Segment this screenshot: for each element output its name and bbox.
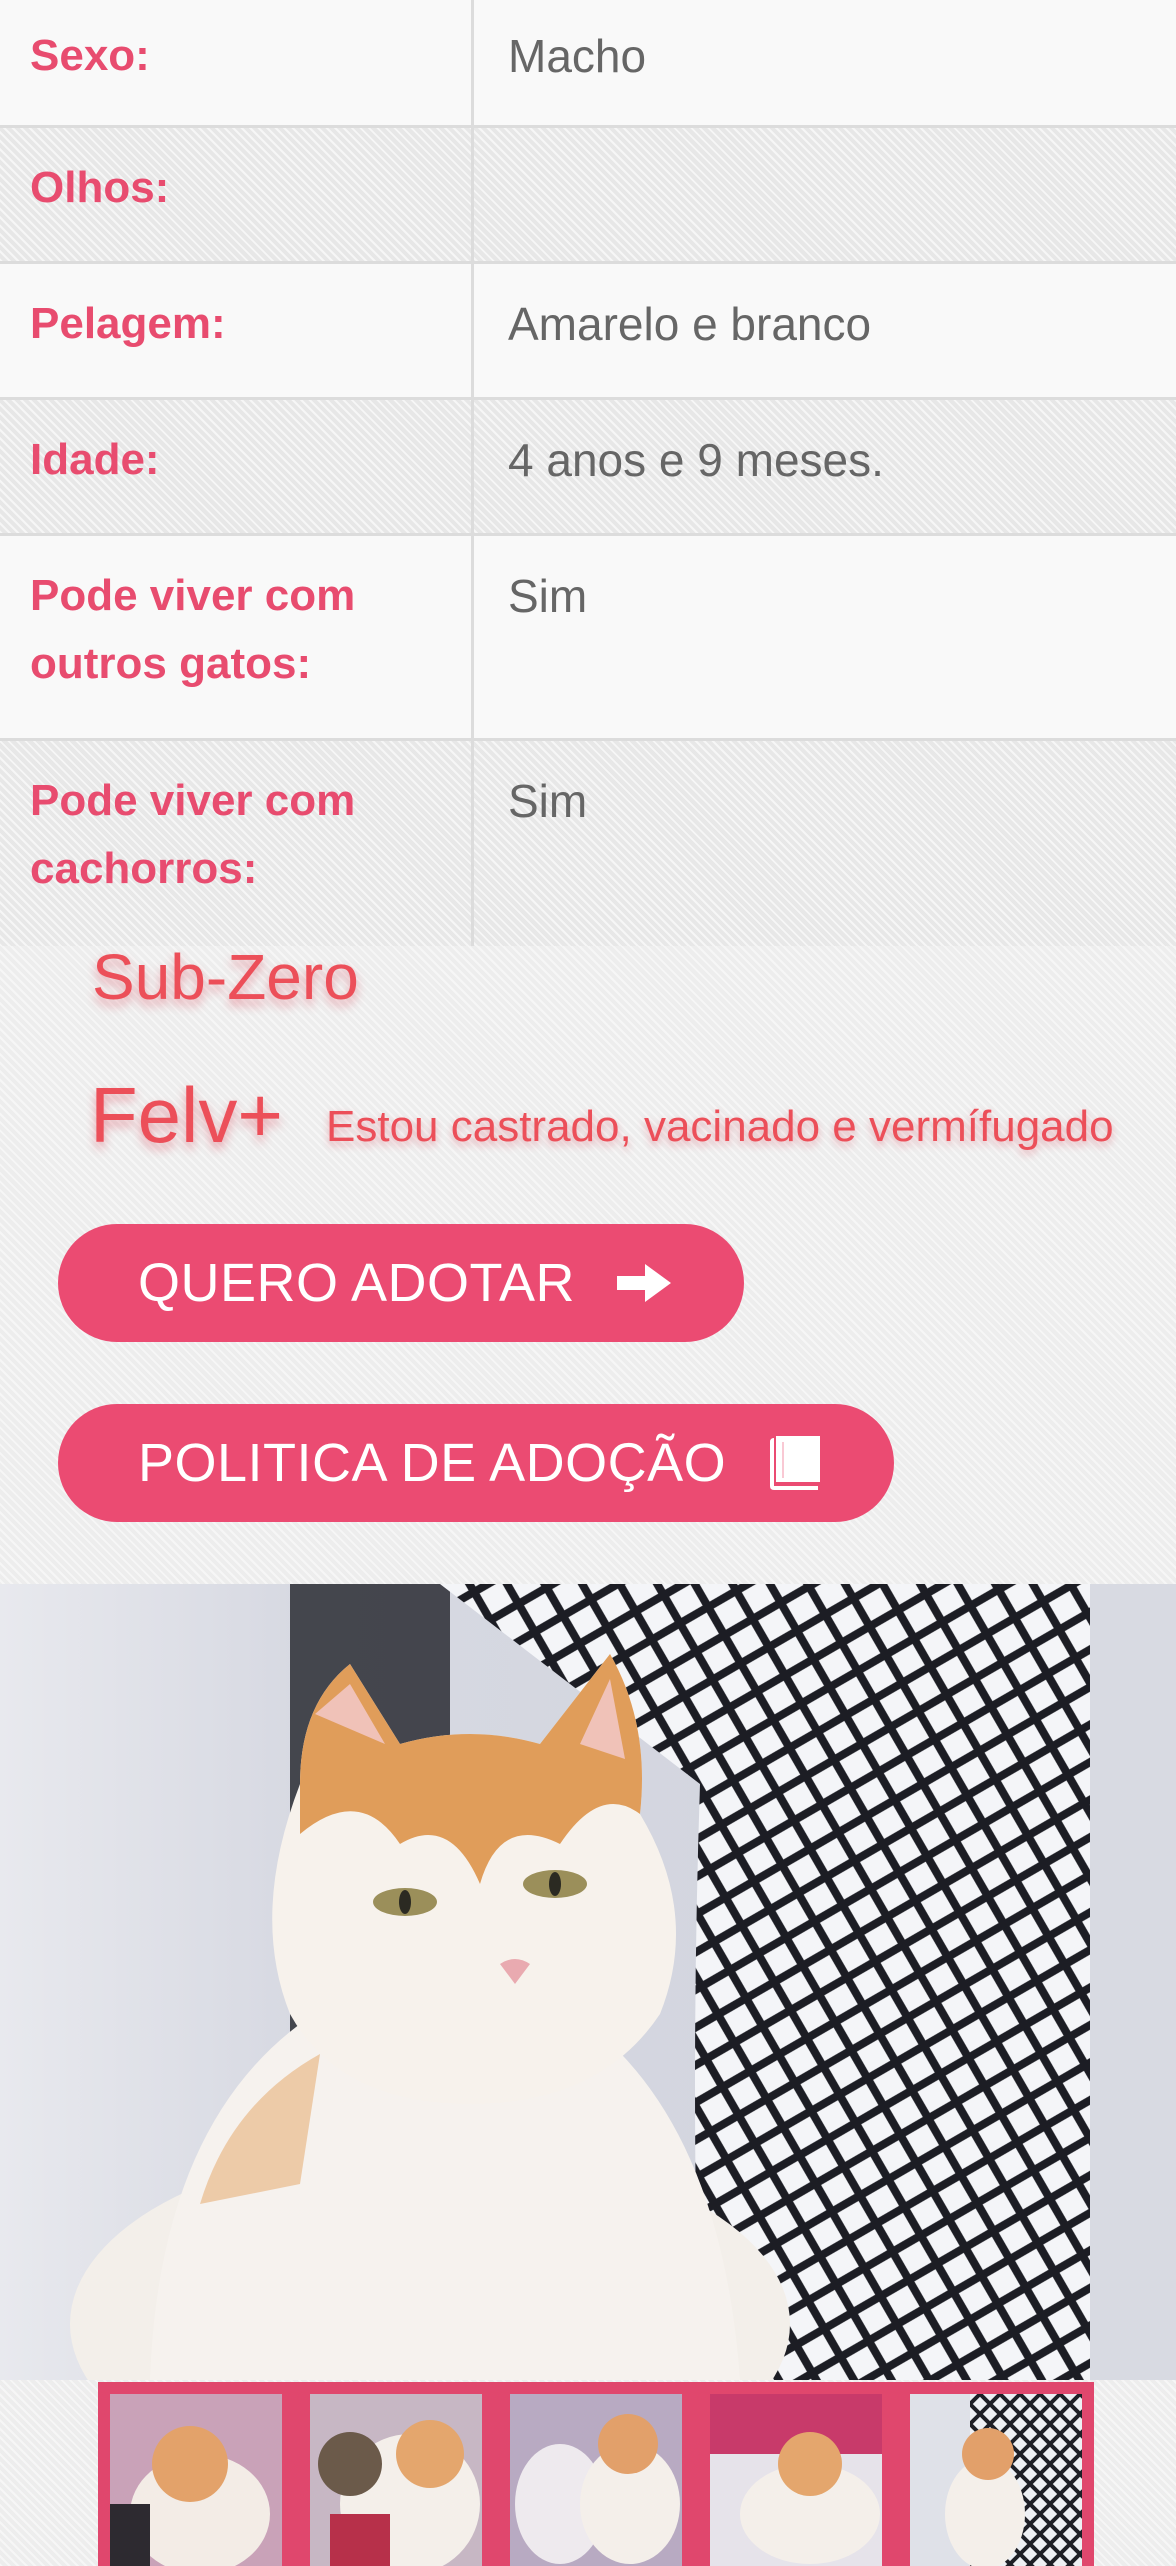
thumbnail-3[interactable] bbox=[510, 2394, 682, 2566]
adoption-policy-button[interactable]: POLITICA DE ADOÇÃO bbox=[58, 1404, 894, 1522]
detail-row-coat: Pelagem: Amarelo e branco bbox=[0, 264, 1176, 400]
detail-value: 4 anos e 9 meses. bbox=[508, 434, 884, 486]
detail-value: Sim bbox=[508, 570, 588, 622]
detail-label: Olhos: bbox=[0, 128, 474, 261]
detail-label: Pelagem: bbox=[0, 264, 474, 397]
policy-button-label: POLITICA DE ADOÇÃO bbox=[138, 1433, 727, 1493]
detail-value bbox=[474, 128, 1176, 261]
care-note: Estou castrado, vacinado e vermífugado bbox=[326, 1102, 1114, 1151]
detail-row-sex: Sexo: Macho bbox=[0, 0, 1176, 128]
book-icon bbox=[766, 1434, 822, 1492]
detail-value: Macho bbox=[508, 30, 647, 82]
photo-thumbnails bbox=[98, 2382, 1094, 2566]
detail-label: Sexo: bbox=[0, 0, 474, 125]
detail-row-eyes: Olhos: bbox=[0, 128, 1176, 264]
thumbnail-2[interactable] bbox=[310, 2394, 482, 2566]
detail-label: Idade: bbox=[0, 400, 474, 533]
health-status: Felv+ bbox=[90, 1071, 283, 1159]
detail-row-other-cats: Pode viver com outros gatos: Sim bbox=[0, 536, 1176, 741]
adopt-button[interactable]: QUERO ADOTAR bbox=[58, 1224, 744, 1342]
thumbnail-1[interactable] bbox=[110, 2394, 282, 2566]
arrow-right-icon bbox=[615, 1260, 673, 1306]
cat-photo bbox=[0, 1584, 1176, 2380]
adopt-button-label: QUERO ADOTAR bbox=[138, 1253, 576, 1313]
detail-value: Amarelo e branco bbox=[508, 298, 872, 350]
thumbnail-5[interactable] bbox=[910, 2394, 1082, 2566]
detail-row-dogs: Pode viver com cachorros: Sim bbox=[0, 741, 1176, 946]
details-table: Sexo: Macho Olhos: Pelagem: Amarelo e br… bbox=[0, 0, 1176, 946]
cat-name: Sub-Zero bbox=[92, 941, 359, 1013]
detail-value: Sim bbox=[508, 775, 588, 827]
detail-row-age: Idade: 4 anos e 9 meses. bbox=[0, 400, 1176, 536]
thumbnail-4[interactable] bbox=[710, 2394, 882, 2566]
detail-label: Pode viver com outros gatos: bbox=[0, 536, 474, 738]
detail-label: Pode viver com cachorros: bbox=[0, 741, 474, 946]
